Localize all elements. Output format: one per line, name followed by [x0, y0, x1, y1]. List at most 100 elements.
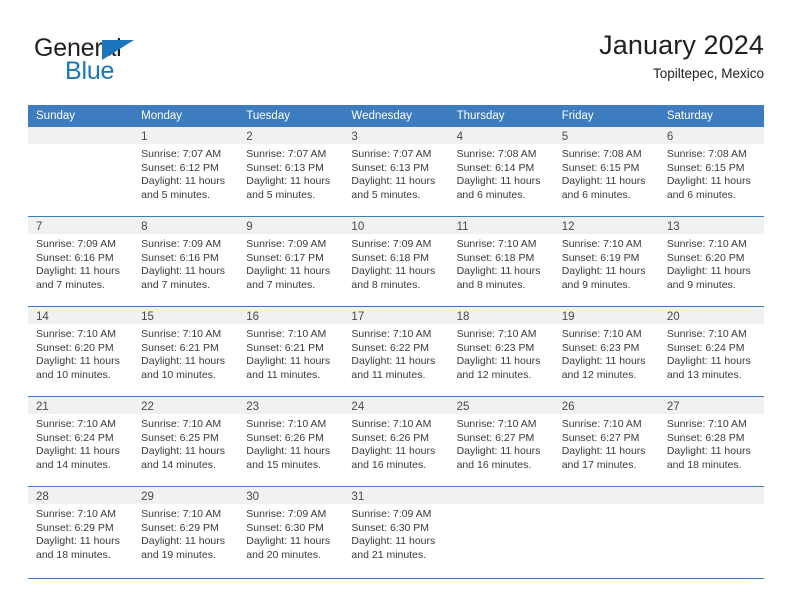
- day-cell-inner: 4 Sunrise: 7:08 AM Sunset: 6:14 PM Daylight…: [448, 127, 554, 216]
- calendar-day-cell[interactable]: 16 Sunrise: 7:10 AM Sunset: 6:21 PM Dayligh…: [238, 306, 344, 397]
- calendar-week-row: 14 Sunrise: 7:10 AM Sunset: 6:20 PM Dayligh…: [28, 306, 764, 397]
- daylight-text-line2: and 21 minutes.: [351, 548, 427, 561]
- daylight-text-line2: and 10 minutes.: [141, 368, 216, 381]
- calendar-day-cell[interactable]: 26 Sunrise: 7:10 AM Sunset: 6:27 PM Dayligh…: [553, 396, 659, 487]
- day-number: 4: [448, 127, 554, 144]
- day-number: 22: [133, 397, 239, 414]
- daylight-text-line2: and 14 minutes.: [141, 458, 216, 471]
- weekday-header-wednesday: Wednesday: [343, 105, 449, 127]
- weekday-header-monday: Monday: [133, 105, 239, 127]
- day-details: Sunrise: 7:10 AM Sunset: 6:22 PM Daylight:…: [343, 324, 448, 382]
- day-cell-inner: 28 Sunrise: 7:10 AM Sunset: 6:29 PM Dayligh…: [28, 487, 134, 576]
- daylight-text-line1: Daylight: 11 hours: [456, 175, 541, 187]
- sunrise-text: Sunrise: 7:08 AM: [666, 148, 747, 160]
- calendar-day-cell[interactable]: 22 Sunrise: 7:10 AM Sunset: 6:25 PM Dayligh…: [133, 396, 239, 487]
- day-number: 11: [448, 217, 554, 234]
- daylight-text-line2: and 18 minutes.: [666, 458, 742, 471]
- day-details: Sunrise: 7:07 AM Sunset: 6:12 PM Daylight:…: [133, 144, 238, 202]
- calendar-day-cell[interactable]: 5 Sunrise: 7:08 AM Sunset: 6:15 PM Daylight…: [553, 127, 659, 217]
- daylight-text-line1: Daylight: 11 hours: [561, 175, 646, 187]
- calendar-day-cell[interactable]: 19 Sunrise: 7:10 AM Sunset: 6:23 PM Dayligh…: [553, 306, 659, 397]
- calendar-day-cell[interactable]: 13 Sunrise: 7:10 AM Sunset: 6:20 PM Dayligh…: [658, 216, 764, 307]
- calendar-day-cell[interactable]: 30 Sunrise: 7:09 AM Sunset: 6:30 PM Dayligh…: [238, 486, 344, 576]
- calendar-day-cell[interactable]: 14 Sunrise: 7:10 AM Sunset: 6:20 PM Dayligh…: [28, 306, 134, 397]
- day-details: Sunrise: 7:10 AM Sunset: 6:18 PM Daylight:…: [449, 234, 554, 292]
- calendar-body: 1 Sunrise: 7:07 AM Sunset: 6:12 PM Daylight…: [28, 127, 764, 576]
- day-cell-inner: 2 Sunrise: 7:07 AM Sunset: 6:13 PM Daylight…: [238, 127, 344, 216]
- calendar-day-cell[interactable]: 23 Sunrise: 7:10 AM Sunset: 6:26 PM Dayligh…: [238, 396, 344, 487]
- calendar-day-cell: [658, 486, 764, 576]
- day-details: Sunrise: 7:08 AM Sunset: 6:15 PM Daylight:…: [554, 144, 659, 202]
- calendar-day-cell[interactable]: 27 Sunrise: 7:10 AM Sunset: 6:28 PM Dayligh…: [658, 396, 764, 487]
- day-number: 29: [133, 487, 239, 504]
- calendar-day-cell[interactable]: 7 Sunrise: 7:09 AM Sunset: 6:16 PM Daylight…: [28, 216, 134, 307]
- sunset-text: Sunset: 6:14 PM: [456, 161, 535, 174]
- sunrise-text: Sunrise: 7:10 AM: [36, 418, 116, 430]
- calendar-day-cell[interactable]: 25 Sunrise: 7:10 AM Sunset: 6:27 PM Dayligh…: [448, 396, 554, 487]
- calendar-day-cell[interactable]: 1 Sunrise: 7:07 AM Sunset: 6:12 PM Daylight…: [133, 127, 239, 217]
- calendar-day-cell[interactable]: 8 Sunrise: 7:09 AM Sunset: 6:16 PM Daylight…: [133, 216, 239, 307]
- sunrise-text: Sunrise: 7:10 AM: [561, 418, 642, 430]
- calendar-day-cell[interactable]: 12 Sunrise: 7:10 AM Sunset: 6:19 PM Dayligh…: [553, 216, 659, 307]
- day-details: Sunrise: 7:10 AM Sunset: 6:24 PM Daylight:…: [28, 414, 133, 472]
- calendar-table: Sunday Monday Tuesday Wednesday Thursday…: [28, 105, 764, 576]
- sunset-text: Sunset: 6:13 PM: [351, 161, 430, 174]
- sunrise-text: Sunrise: 7:10 AM: [141, 418, 222, 430]
- day-number: 1: [133, 127, 239, 144]
- calendar-day-cell[interactable]: 2 Sunrise: 7:07 AM Sunset: 6:13 PM Daylight…: [238, 127, 344, 217]
- calendar-day-cell[interactable]: 9 Sunrise: 7:09 AM Sunset: 6:17 PM Daylight…: [238, 216, 344, 307]
- calendar-day-cell[interactable]: 3 Sunrise: 7:07 AM Sunset: 6:13 PM Daylight…: [343, 127, 449, 217]
- calendar-day-cell[interactable]: 18 Sunrise: 7:10 AM Sunset: 6:23 PM Dayligh…: [448, 306, 554, 397]
- calendar-day-cell[interactable]: 4 Sunrise: 7:08 AM Sunset: 6:14 PM Daylight…: [448, 127, 554, 217]
- calendar-day-cell[interactable]: 17 Sunrise: 7:10 AM Sunset: 6:22 PM Dayligh…: [343, 306, 449, 397]
- calendar-day-cell[interactable]: 20 Sunrise: 7:10 AM Sunset: 6:24 PM Dayligh…: [658, 306, 764, 397]
- day-cell-inner: [658, 487, 764, 576]
- day-number: 6: [658, 127, 764, 144]
- day-number: 14: [28, 307, 134, 324]
- day-number: [553, 487, 659, 504]
- day-details: Sunrise: 7:10 AM Sunset: 6:26 PM Daylight:…: [343, 414, 448, 472]
- calendar-day-cell[interactable]: 15 Sunrise: 7:10 AM Sunset: 6:21 PM Dayligh…: [133, 306, 239, 397]
- day-details: Sunrise: 7:10 AM Sunset: 6:21 PM Daylight:…: [238, 324, 343, 382]
- sunset-text: Sunset: 6:13 PM: [246, 161, 324, 174]
- day-number: 27: [658, 397, 764, 414]
- calendar-day-cell[interactable]: 21 Sunrise: 7:10 AM Sunset: 6:24 PM Dayligh…: [28, 396, 134, 487]
- day-cell-inner: 26 Sunrise: 7:10 AM Sunset: 6:27 PM Dayligh…: [553, 397, 659, 486]
- day-cell-inner: 16 Sunrise: 7:10 AM Sunset: 6:21 PM Dayligh…: [238, 307, 344, 396]
- daylight-text-line2: and 11 minutes.: [351, 368, 426, 381]
- sunset-text: Sunset: 6:15 PM: [666, 161, 745, 174]
- daylight-text-line2: and 11 minutes.: [246, 368, 321, 381]
- calendar-day-cell[interactable]: 28 Sunrise: 7:10 AM Sunset: 6:29 PM Dayligh…: [28, 486, 134, 576]
- daylight-text-line2: and 9 minutes.: [561, 278, 631, 291]
- sunrise-text: Sunrise: 7:07 AM: [246, 148, 327, 160]
- daylight-text-line2: and 6 minutes.: [666, 188, 736, 201]
- sunset-text: Sunset: 6:17 PM: [246, 251, 324, 264]
- sunset-text: Sunset: 6:21 PM: [246, 341, 324, 354]
- calendar-day-cell[interactable]: 10 Sunrise: 7:09 AM Sunset: 6:18 PM Dayligh…: [343, 216, 449, 307]
- sunset-text: Sunset: 6:23 PM: [456, 341, 535, 354]
- day-details: Sunrise: 7:10 AM Sunset: 6:23 PM Daylight:…: [554, 324, 659, 382]
- day-number: 9: [238, 217, 344, 234]
- calendar-day-cell[interactable]: 6 Sunrise: 7:08 AM Sunset: 6:15 PM Daylight…: [658, 127, 764, 217]
- day-details: Sunrise: 7:09 AM Sunset: 6:16 PM Daylight:…: [28, 234, 133, 292]
- daylight-text-line1: Daylight: 11 hours: [561, 355, 646, 367]
- sunrise-text: Sunrise: 7:09 AM: [351, 238, 432, 250]
- daylight-text-line1: Daylight: 11 hours: [456, 445, 541, 457]
- sunrise-text: Sunrise: 7:10 AM: [351, 328, 432, 340]
- sunrise-text: Sunrise: 7:10 AM: [456, 418, 537, 430]
- brand-logo[interactable]: General Blue: [34, 34, 234, 90]
- day-cell-inner: 11 Sunrise: 7:10 AM Sunset: 6:18 PM Dayligh…: [448, 217, 554, 306]
- day-number: 23: [238, 397, 344, 414]
- day-number: 30: [238, 487, 344, 504]
- daylight-text-line1: Daylight: 11 hours: [246, 535, 331, 547]
- day-details: Sunrise: 7:07 AM Sunset: 6:13 PM Daylight:…: [343, 144, 448, 202]
- calendar-day-cell[interactable]: 29 Sunrise: 7:10 AM Sunset: 6:29 PM Dayligh…: [133, 486, 239, 576]
- daylight-text-line1: Daylight: 11 hours: [36, 355, 120, 367]
- calendar-day-cell[interactable]: 31 Sunrise: 7:09 AM Sunset: 6:30 PM Dayligh…: [343, 486, 449, 576]
- day-cell-inner: 7 Sunrise: 7:09 AM Sunset: 6:16 PM Daylight…: [28, 217, 134, 306]
- sunrise-text: Sunrise: 7:09 AM: [246, 508, 327, 520]
- calendar-day-cell[interactable]: 11 Sunrise: 7:10 AM Sunset: 6:18 PM Dayligh…: [448, 216, 554, 307]
- calendar-day-cell[interactable]: 24 Sunrise: 7:10 AM Sunset: 6:26 PM Dayligh…: [343, 396, 449, 487]
- sunrise-text: Sunrise: 7:10 AM: [36, 508, 116, 520]
- day-cell-inner: 20 Sunrise: 7:10 AM Sunset: 6:24 PM Dayligh…: [658, 307, 764, 396]
